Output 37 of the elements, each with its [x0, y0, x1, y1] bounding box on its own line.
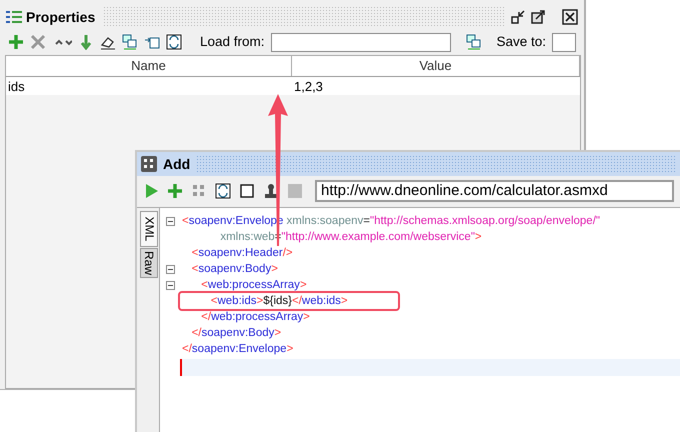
url-field[interactable]: http://www.dneonline.com/calculator.asmxd	[315, 180, 674, 202]
collapse-icon[interactable]	[166, 264, 174, 274]
soap-icon	[141, 156, 157, 172]
save-label: Save to:	[496, 32, 546, 51]
code-line: <web:ids>${ids}</web:ids>	[180, 293, 398, 309]
load-field[interactable]	[270, 32, 452, 52]
copy-icon[interactable]	[122, 34, 138, 50]
table-cell-text: ids	[7, 78, 26, 96]
list-icon	[6, 11, 22, 23]
editor-tab[interactable]: XML	[140, 211, 158, 247]
collapse-icon[interactable]	[166, 280, 174, 290]
column-header[interactable]: Value	[292, 56, 580, 76]
collapse-icon[interactable]	[166, 216, 174, 226]
load-label: Load from:	[200, 32, 265, 51]
code-line: <web:processArray>	[200, 278, 308, 293]
maximize-icon[interactable]	[530, 9, 546, 25]
down-arrow-icon[interactable]	[78, 34, 94, 50]
minimize-icon[interactable]	[510, 9, 526, 25]
code-line: </soapenv:Envelope>	[181, 342, 294, 357]
code-line: </soapenv:Body>	[190, 326, 282, 341]
editor-tab[interactable]: Raw	[140, 248, 158, 278]
close-icon[interactable]	[562, 9, 578, 25]
add-icon[interactable]	[167, 183, 183, 199]
code-line: </web:processArray>	[200, 310, 311, 325]
stamp-icon[interactable]	[263, 183, 279, 199]
column-header[interactable]: Name	[6, 56, 292, 76]
code-line: <soapenv:Body>	[190, 262, 279, 277]
copy-icon[interactable]	[466, 34, 482, 50]
square-icon[interactable]	[239, 183, 255, 199]
refresh-icon[interactable]	[166, 34, 182, 50]
code-line: <soapenv:Header/>	[190, 246, 294, 261]
save-field[interactable]	[552, 32, 576, 52]
panel-title: Properties	[26, 8, 96, 27]
refresh-icon[interactable]	[215, 183, 231, 199]
add-icon[interactable]	[8, 34, 24, 50]
table-cell-text: 1,2,3	[293, 78, 324, 96]
window-title: Add	[163, 154, 190, 174]
